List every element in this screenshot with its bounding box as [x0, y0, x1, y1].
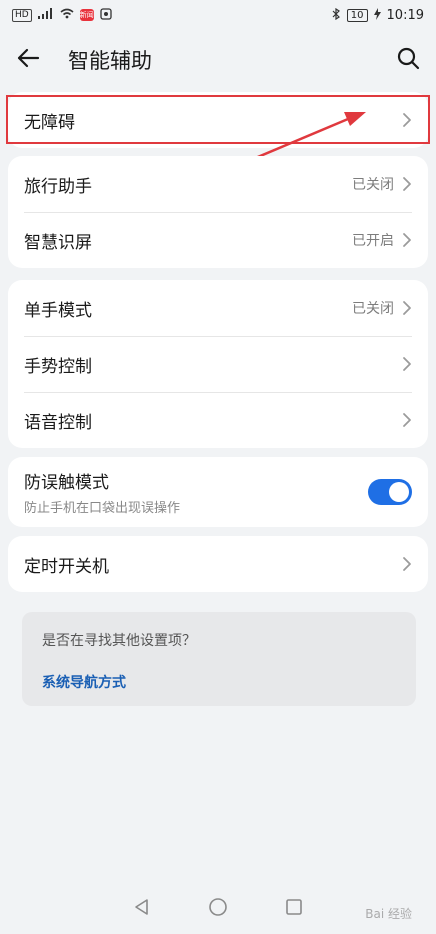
top-app-bar: 智能辅助 — [0, 30, 436, 90]
list-item-voice-control[interactable]: 语音控制 — [8, 392, 428, 448]
circle-home-icon — [208, 897, 228, 921]
list-item-label: 手势控制 — [24, 356, 92, 377]
chevron-right-icon — [402, 176, 412, 192]
highlight-box — [6, 95, 430, 144]
nav-home-button[interactable] — [206, 897, 230, 921]
toggle-title: 防误触模式 — [24, 473, 109, 493]
search-button[interactable] — [380, 40, 420, 80]
notification-icon — [100, 7, 112, 23]
back-arrow-icon — [16, 46, 40, 74]
list-item-status: 已关闭 — [352, 177, 394, 193]
card-assist: 旅行助手 已关闭 智慧识屏 已开启 — [8, 156, 428, 268]
chevron-right-icon — [402, 300, 412, 316]
triangle-back-icon — [133, 898, 151, 920]
list-item-gesture-control[interactable]: 手势控制 — [8, 336, 428, 392]
list-item-one-hand-mode[interactable]: 单手模式 已关闭 — [8, 280, 428, 336]
list-item-scheduled-power[interactable]: 定时开关机 — [8, 536, 428, 592]
signal-icon — [37, 8, 54, 22]
charging-icon — [373, 7, 381, 23]
news-app-icon: 新闻 — [79, 9, 94, 21]
list-item-status: 已关闭 — [352, 301, 394, 317]
nav-back-button[interactable] — [130, 897, 154, 921]
status-left: HD 新闻 — [12, 7, 112, 23]
suggestion-link-navigation[interactable]: 系统导航方式 — [42, 672, 396, 692]
chevron-right-icon — [402, 356, 412, 372]
suggestion-card: 是否在寻找其他设置项？ 系统导航方式 — [22, 612, 416, 706]
clock: 10:19 — [386, 7, 424, 23]
card-scheduled-power: 定时开关机 — [8, 536, 428, 592]
bluetooth-icon — [332, 7, 341, 23]
status-bar: HD 新闻 10 10:19 — [0, 0, 436, 30]
list-item-label: 智慧识屏 — [24, 232, 92, 253]
chevron-right-icon — [402, 232, 412, 248]
suggestion-question: 是否在寻找其他设置项？ — [42, 633, 196, 649]
list-item-smart-screen[interactable]: 智慧识屏 已开启 — [8, 212, 428, 268]
chevron-right-icon — [402, 412, 412, 428]
hd-indicator: HD — [12, 8, 32, 22]
toggle-texts: 防误触模式 防止手机在口袋出现误操作 — [24, 468, 368, 516]
chevron-right-icon — [402, 556, 412, 572]
list-item-accidental-touch: 防误触模式 防止手机在口袋出现误操作 — [8, 457, 428, 527]
battery-indicator: 10 — [346, 8, 368, 22]
page-title: 智能辅助 — [68, 49, 152, 73]
card-accidental-touch: 防误触模式 防止手机在口袋出现误操作 — [8, 457, 428, 527]
status-right: 10 10:19 — [332, 7, 424, 23]
list-item-status: 已开启 — [352, 233, 394, 249]
wifi-icon — [60, 8, 74, 22]
list-item-travel-assistant[interactable]: 旅行助手 已关闭 — [8, 156, 428, 212]
switch-knob — [389, 482, 409, 502]
search-icon — [396, 46, 420, 74]
card-control: 单手模式 已关闭 手势控制 语音控制 — [8, 280, 428, 448]
list-item-label: 单手模式 — [24, 300, 92, 321]
back-button[interactable] — [16, 40, 56, 80]
list-item-label: 定时开关机 — [24, 556, 109, 577]
nav-recents-button[interactable] — [282, 897, 306, 921]
toggle-subtitle: 防止手机在口袋出现误操作 — [24, 501, 181, 516]
baidu-watermark: Bai 经验 — [365, 907, 412, 921]
list-item-label: 旅行助手 — [24, 176, 92, 197]
list-item-label: 语音控制 — [24, 412, 92, 433]
accidental-touch-switch[interactable] — [368, 479, 412, 505]
square-recents-icon — [285, 898, 303, 920]
